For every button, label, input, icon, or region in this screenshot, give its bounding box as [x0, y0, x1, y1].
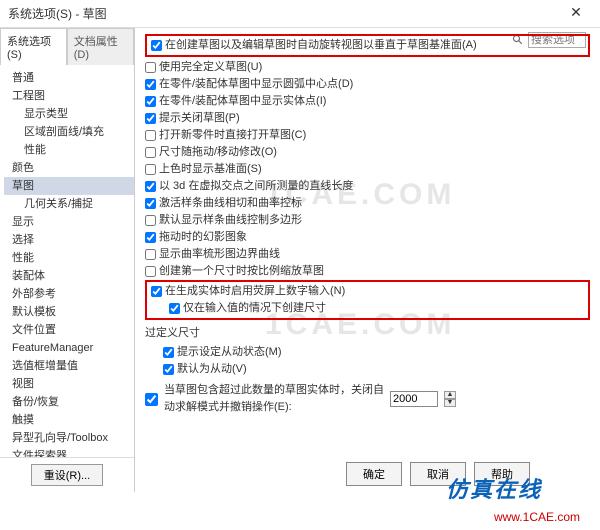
tree-item[interactable]: 选择: [4, 231, 134, 249]
checkbox-scale-sketch-first-dim[interactable]: [145, 266, 156, 277]
tree-item[interactable]: 工程图: [4, 87, 134, 105]
tree-item[interactable]: 触摸: [4, 411, 134, 429]
entity-count-input[interactable]: [390, 391, 438, 407]
checkbox-default-driven[interactable]: [163, 364, 174, 375]
checkbox-fully-defined-sketch[interactable]: [145, 62, 156, 73]
option-label: 在零件/装配体草图中显示实体点(I): [159, 93, 326, 110]
tree-item[interactable]: FeatureManager: [4, 339, 134, 357]
option-label: 创建第一个尺寸时按比例缩放草图: [159, 263, 324, 280]
option-label: 在零件/装配体草图中显示圆弧中心点(D): [159, 76, 353, 93]
option-label: 尺寸随拖动/移动修改(O): [159, 144, 277, 161]
tree-item[interactable]: 几何关系/捕捉: [4, 195, 134, 213]
checkbox-spline-tangent-handles[interactable]: [145, 198, 156, 209]
checkbox-prompt-close-sketch[interactable]: [145, 113, 156, 124]
tree-item[interactable]: 文件位置: [4, 321, 134, 339]
cancel-button[interactable]: 取消: [410, 462, 466, 486]
checkbox-curvature-comb-bounds[interactable]: [145, 249, 156, 260]
tree-item[interactable]: 性能: [4, 141, 134, 159]
checkbox-open-sketch-new-part[interactable]: [145, 130, 156, 141]
category-tree: 普通工程图显示类型区域剖面线/填充性能颜色草图几何关系/捕捉显示选择性能装配体外…: [0, 65, 134, 457]
checkbox-3d-virtual-sharp-length[interactable]: [145, 181, 156, 192]
spinner-down-icon[interactable]: ▼: [444, 399, 456, 407]
option-label: 在生成实体时启用荧屏上数字输入(N): [165, 283, 345, 300]
option-label: 提示设定从动状态(M): [177, 344, 282, 361]
tree-item[interactable]: 区域剖面线/填充: [4, 123, 134, 141]
option-label: 使用完全定义草图(U): [159, 59, 262, 76]
checkbox-override-dims-on-drag[interactable]: [145, 147, 156, 158]
help-button[interactable]: 帮助: [474, 462, 530, 486]
checkbox-spline-control-polygon[interactable]: [145, 215, 156, 226]
checkbox-auto-solve-threshold[interactable]: [145, 393, 158, 406]
tree-item[interactable]: 文件探索器: [4, 447, 134, 457]
window-title: 系统选项(S) - 草图: [8, 5, 107, 22]
tab-document-properties[interactable]: 文档属性(D): [67, 28, 134, 65]
section-overdefined-dims: 过定义尺寸: [145, 325, 590, 342]
tree-item[interactable]: 普通: [4, 69, 134, 87]
tree-item[interactable]: 颜色: [4, 159, 134, 177]
option-label: 打开新零件时直接打开草图(C): [159, 127, 306, 144]
option-label: 提示关闭草图(P): [159, 110, 240, 127]
tree-item[interactable]: 选值框增量值: [4, 357, 134, 375]
tree-item[interactable]: 默认模板: [4, 303, 134, 321]
checkbox-create-dim-only-on-input[interactable]: [169, 303, 180, 314]
tree-item[interactable]: 外部参考: [4, 285, 134, 303]
tree-item[interactable]: 备份/恢复: [4, 393, 134, 411]
option-label: 以 3d 在虚拟交点之间所测量的直线长度: [159, 178, 353, 195]
option-label: 默认为从动(V): [177, 361, 247, 378]
option-label: 激活样条曲线相切和曲率控标: [159, 195, 302, 212]
option-label: 仅在输入值的情况下创建尺寸: [183, 300, 326, 317]
tab-system-options[interactable]: 系统选项(S): [0, 28, 67, 65]
option-label: 拖动时的幻影图象: [159, 229, 247, 246]
checkbox-auto-rotate-view[interactable]: [151, 40, 162, 51]
checkbox-display-plane-shaded[interactable]: [145, 164, 156, 175]
tree-item[interactable]: 异型孔向导/Toolbox: [4, 429, 134, 447]
tree-item[interactable]: 草图: [4, 177, 134, 195]
spinner-up-icon[interactable]: ▲: [444, 391, 456, 399]
watermark-url: www.1CAE.com: [494, 510, 580, 524]
option-label: 显示曲率梳形图边界曲线: [159, 246, 280, 263]
reset-button[interactable]: 重设(R)...: [31, 464, 103, 486]
option-label: 默认显示样条曲线控制多边形: [159, 212, 302, 229]
checkbox-ghost-image-on-drag[interactable]: [145, 232, 156, 243]
tree-item[interactable]: 显示类型: [4, 105, 134, 123]
checkbox-arc-centerpoints[interactable]: [145, 79, 156, 90]
tree-item[interactable]: 显示: [4, 213, 134, 231]
checkbox-prompt-set-driven[interactable]: [163, 347, 174, 358]
tabs: 系统选项(S) 文档属性(D): [0, 28, 134, 65]
tree-item[interactable]: 视图: [4, 375, 134, 393]
option-label: 当草图包含超过此数量的草图实体时，关闭自: [164, 382, 384, 399]
option-label: 动求解模式并撤销操作(E):: [164, 399, 384, 416]
checkbox-entity-points[interactable]: [145, 96, 156, 107]
ok-button[interactable]: 确定: [346, 462, 402, 486]
tree-item[interactable]: 性能: [4, 249, 134, 267]
option-label: 在创建草图以及编辑草图时自动旋转视图以垂直于草图基准面(A): [165, 37, 477, 54]
tree-item[interactable]: 装配体: [4, 267, 134, 285]
checkbox-numeric-input-on-screen[interactable]: [151, 286, 162, 297]
option-label: 上色时显示基准面(S): [159, 161, 262, 178]
close-icon[interactable]: ✕: [560, 4, 592, 24]
